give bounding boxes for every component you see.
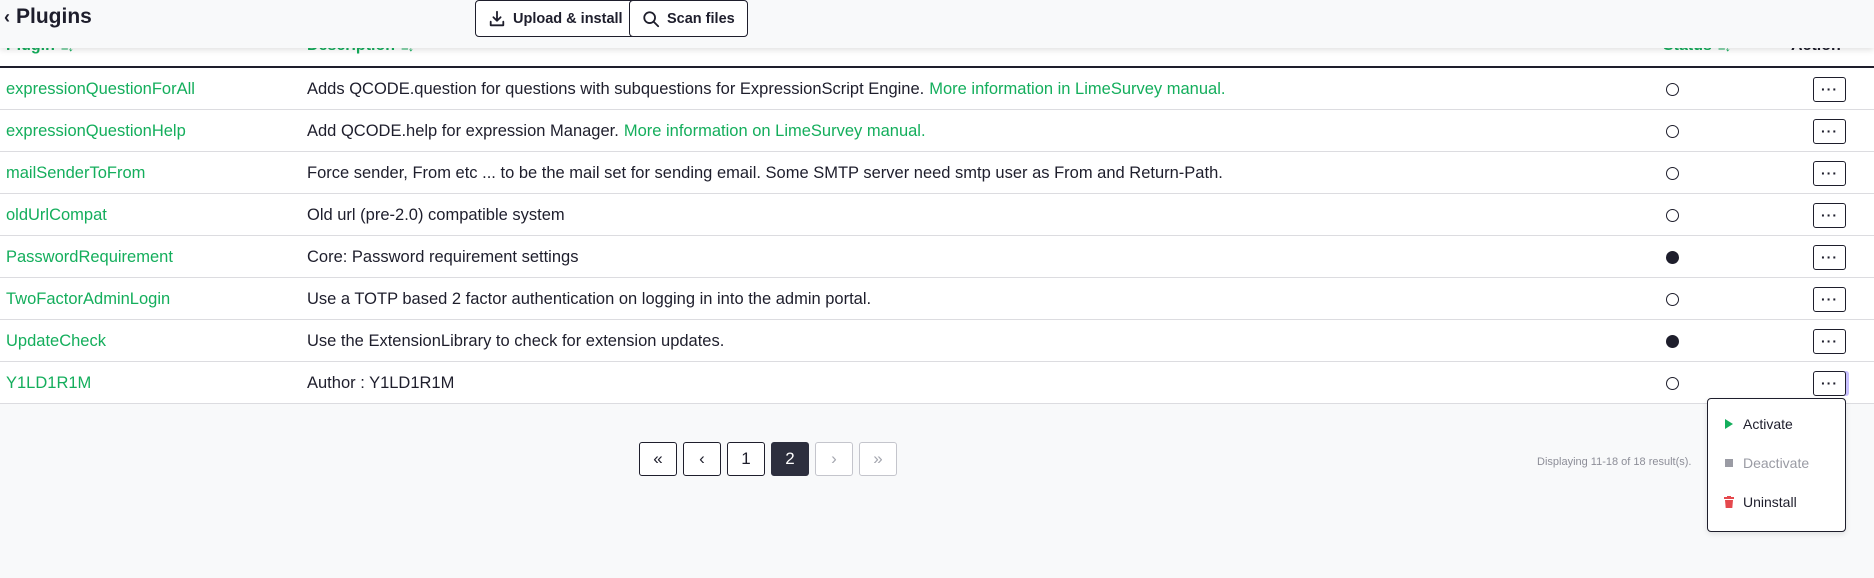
plugin-name-link[interactable]: expressionQuestionHelp: [6, 110, 186, 152]
action-cell: ···: [1813, 194, 1846, 236]
manual-link[interactable]: More information on LimeSurvey manual.: [624, 122, 926, 141]
action-cell: ···: [1813, 236, 1846, 278]
status-cell: [1665, 236, 1679, 278]
plugin-description: Use the ExtensionLibrary to check for ex…: [307, 320, 724, 362]
plugin-description: Adds QCODE.question for questions with s…: [307, 68, 1225, 110]
table-row: UpdateCheck Use the ExtensionLibrary to c…: [0, 320, 1874, 362]
activate-menu-item[interactable]: Activate: [1724, 416, 1793, 432]
plugin-description: Core: Password requirement settings: [307, 236, 578, 278]
page-first-button[interactable]: «: [639, 442, 677, 476]
action-menu-button[interactable]: ···: [1813, 202, 1846, 228]
plugin-name-link[interactable]: expressionQuestionForAll: [6, 68, 195, 110]
uninstall-menu-item[interactable]: Uninstall: [1724, 494, 1797, 510]
upload-install-label: Upload & install: [513, 10, 623, 27]
play-icon: [1724, 419, 1734, 429]
plugin-name-link[interactable]: TwoFactorAdminLogin: [6, 278, 170, 320]
status-inactive-icon: [1665, 376, 1679, 390]
stop-icon: [1724, 459, 1734, 467]
action-cell: ···: [1813, 320, 1846, 362]
plugin-description-text: Author : Y1LD1R1M: [307, 373, 455, 392]
activate-label: Activate: [1743, 416, 1793, 432]
search-icon: [643, 10, 660, 27]
plugin-name-link[interactable]: mailSenderToFrom: [6, 152, 145, 194]
page-prev-button[interactable]: ‹: [683, 442, 721, 476]
table-row: TwoFactorAdminLogin Use a TOTP based 2 fa…: [0, 278, 1874, 320]
status-inactive-icon: [1665, 82, 1679, 96]
plugin-description-text: Use the ExtensionLibrary to check for ex…: [307, 331, 725, 350]
action-menu-button[interactable]: ···: [1813, 286, 1846, 312]
chevron-left-icon: ‹: [4, 6, 10, 27]
table-row: expressionQuestionHelp Add QCODE.help for…: [0, 110, 1874, 152]
action-cell: ···: [1813, 68, 1846, 110]
page-last-button: »: [859, 442, 897, 476]
plugin-description-text: Add QCODE.help for expression Manager.: [307, 121, 619, 140]
action-menu-button[interactable]: ···: [1813, 370, 1846, 396]
plugin-description-text: Old url (pre-2.0) compatible system: [307, 205, 565, 224]
page-title: Plugins: [16, 5, 92, 28]
plugin-description: Old url (pre-2.0) compatible system: [307, 194, 565, 236]
trash-icon: [1724, 496, 1734, 508]
status-cell: [1665, 278, 1679, 320]
plugin-description: Use a TOTP based 2 factor authentication…: [307, 278, 871, 320]
download-icon: [489, 10, 505, 26]
plugin-description-text: Force sender, From etc ... to be the mai…: [307, 163, 1223, 182]
action-dropdown-menu: Activate Deactivate Uninstall: [1707, 398, 1846, 532]
action-menu-button[interactable]: ···: [1813, 118, 1846, 144]
page-header: ‹ Plugins Upload & install Scan files: [0, 0, 1874, 48]
plugin-name-link[interactable]: PasswordRequirement: [6, 236, 173, 278]
scan-files-button[interactable]: Scan files: [629, 0, 748, 37]
table-row: mailSenderToFrom Force sender, From etc .…: [0, 152, 1874, 194]
results-summary-text: Displaying 11-18 of 18 result(s).: [1537, 456, 1692, 468]
action-cell: ···: [1813, 278, 1846, 320]
status-inactive-icon: [1665, 292, 1679, 306]
plugin-description: Author : Y1LD1R1M: [307, 362, 454, 404]
action-cell: ···: [1813, 110, 1846, 152]
plugins-table: Plugin ≡↓ Description ≡↓ Status ≡↓ Actio…: [0, 0, 1874, 404]
plugin-name-link[interactable]: oldUrlCompat: [6, 194, 107, 236]
uninstall-label: Uninstall: [1743, 494, 1797, 510]
plugin-description-text: Core: Password requirement settings: [307, 247, 579, 266]
page-next-button: ›: [815, 442, 853, 476]
status-cell: [1665, 68, 1679, 110]
back-link[interactable]: ‹ Plugins: [4, 5, 92, 29]
manual-link[interactable]: More information in LimeSurvey manual.: [929, 80, 1225, 99]
plugin-description: Force sender, From etc ... to be the mai…: [307, 152, 1223, 194]
plugin-description-text: Use a TOTP based 2 factor authentication…: [307, 289, 872, 308]
status-cell: [1665, 152, 1679, 194]
action-menu-button[interactable]: ···: [1813, 244, 1846, 270]
status-inactive-icon: [1665, 166, 1679, 180]
action-menu-button[interactable]: ···: [1813, 328, 1846, 354]
upload-install-button[interactable]: Upload & install: [475, 0, 636, 37]
action-menu-button[interactable]: ···: [1813, 76, 1846, 102]
action-menu-button[interactable]: ···: [1813, 160, 1846, 186]
plugin-name-link[interactable]: Y1LD1R1M: [6, 362, 91, 404]
table-row: Y1LD1R1M Author : Y1LD1R1M ···: [0, 362, 1874, 404]
scan-files-label: Scan files: [667, 10, 735, 27]
status-cell: [1665, 320, 1679, 362]
table-row: PasswordRequirement Core: Password requir…: [0, 236, 1874, 278]
table-row: expressionQuestionForAll Adds QCODE.quest…: [0, 68, 1874, 110]
action-cell: ···: [1813, 152, 1846, 194]
status-active-icon: [1665, 250, 1679, 264]
table-row: oldUrlCompat Old url (pre-2.0) compatible…: [0, 194, 1874, 236]
plugin-description: Add QCODE.help for expression Manager. Mo…: [307, 110, 926, 152]
status-cell: [1665, 110, 1679, 152]
page-1-button[interactable]: 1: [727, 442, 765, 476]
status-cell: [1665, 362, 1679, 404]
deactivate-label: Deactivate: [1743, 455, 1810, 471]
plugin-description-text: Adds QCODE.question for questions with s…: [307, 79, 925, 98]
deactivate-menu-item: Deactivate: [1724, 455, 1809, 471]
status-cell: [1665, 194, 1679, 236]
page-2-button[interactable]: 2: [771, 442, 809, 476]
status-inactive-icon: [1665, 208, 1679, 222]
status-active-icon: [1665, 334, 1679, 348]
status-inactive-icon: [1665, 124, 1679, 138]
pagination: « ‹ 1 2 › »: [639, 442, 897, 476]
plugin-name-link[interactable]: UpdateCheck: [6, 320, 106, 362]
